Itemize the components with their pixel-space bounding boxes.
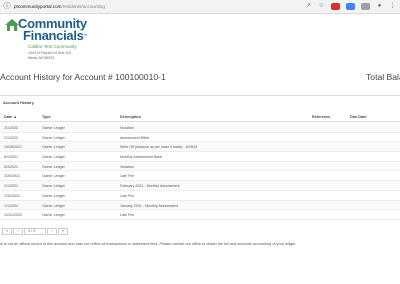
site-info-icon[interactable]: ⓘ [2,2,12,12]
url-path: /residents/accounting [61,4,105,9]
cell-description: Late Fee [120,213,135,218]
association-name: Calibre Test Community [28,44,77,49]
address-line2: Mesa, AZ 85203 [28,56,55,60]
brand-name-line2: Financials™ [23,28,88,43]
cell-date: 1/31/2021 [4,193,20,198]
column-due-date[interactable]: Due Date [350,115,366,119]
cell-description: Late Fee [120,193,135,198]
cell-date: 8/1/2021 [4,155,18,160]
table-row[interactable]: 12/31/2020 Owner Ledger Late Fee [0,210,400,220]
disclaimer-text: is is not an official record of this acc… [0,242,297,246]
cell-date: 2/1/2022 [4,126,18,130]
cell-description: Monthly Assessment Bank [120,155,163,160]
cell-description: Write Off (balance as per losse it basis… [120,145,198,150]
table-header: Date ▲ Type Description Reference Due Da… [0,113,400,122]
table-row[interactable]: 2/1/2021 Owner Ledger February 2021 - Mont… [0,181,400,191]
table-row[interactable]: 2/1/2022 Owner Ledger Violation [0,123,400,133]
cell-type: Owner Ledger [42,155,65,160]
cell-type: Owner Ledger [42,184,65,189]
next-page-button[interactable]: › [47,228,57,235]
table-row[interactable]: 2/1/2022 Owner Ledger Assessment Billed [0,133,400,143]
cell-description: Late Fee [120,174,135,179]
cell-type: Owner Ledger [42,174,65,179]
cell-description: Violation [120,164,134,169]
account-history-panel: Account History Date ▲ Type Description … [0,95,400,237]
cell-description: Assessment Billed [120,135,150,140]
extension-icon[interactable] [346,3,355,10]
cell-description: January 2021 - Monthly Assessment [120,203,178,208]
cell-type: Owner Ledger [42,135,65,140]
last-page-button[interactable]: » [58,228,68,235]
table-row[interactable]: 10/28/2021 Owner Ledger Write Off (balance… [0,142,400,153]
address-line1: 1044 N Piazza Ed Unit 110 [28,51,71,55]
cell-date: 3/30/2021 [4,174,20,179]
puzzle-icon[interactable] [361,3,370,10]
table-body: 2/1/2022 Owner Ledger Violation 2/1/2022 Ow… [0,123,400,220]
total-balance-label: Total Balan [366,72,400,82]
url-host: ptcommunityportal.com [14,4,62,9]
browser-toolbar: ⓘ ptcommunityportal.com/residents/accoun… [0,0,400,14]
extension-icon[interactable] [331,3,340,10]
pagination: « ‹ 1 / 2 › » [2,228,68,235]
table-row[interactable]: 8/1/2021 Owner Ledger Monthly Assessment B… [0,152,400,162]
table-row[interactable]: 1/31/2021 Owner Ledger Late Fee [0,191,400,201]
share-icon[interactable]: ↗ [305,3,312,10]
cell-description: Violation [120,126,134,130]
table-row[interactable]: 3/30/2021 Owner Ledger Late Fee [0,171,400,182]
cell-type: Owner Ledger [42,145,65,150]
cell-type: Owner Ledger [42,193,65,198]
column-type[interactable]: Type [42,115,51,119]
table-row[interactable]: 1/1/2021 Owner Ledger January 2021 - Month… [0,200,400,211]
address-bar[interactable]: ptcommunityportal.com/residents/accounti… [14,4,105,9]
cell-date: 2/1/2021 [4,184,18,189]
column-description[interactable]: Description [120,115,141,119]
cell-date: 1/1/2021 [4,203,18,208]
trademark: ™ [83,33,88,38]
cell-date: 10/28/2021 [4,145,22,150]
page-indicator: 1 / 2 [24,228,46,235]
brand-logo[interactable]: Community Financials™ [4,17,104,43]
first-page-button[interactable]: « [2,228,12,235]
cell-date: 2/1/2022 [4,135,18,140]
browser-actions: ↗ ☆ ● ⋮ [305,3,396,10]
menu-dots-icon[interactable]: ⋮ [389,3,396,10]
cell-date: 12/31/2020 [4,213,22,218]
bookmark-star-icon[interactable]: ☆ [318,3,325,10]
cell-type: Owner Ledger [42,213,65,218]
cell-date: 5/3/2021 [4,164,18,169]
cell-description: February 2021 - Monthly Assessment [120,184,180,189]
panel-title: Account History [3,100,34,105]
column-reference[interactable]: Reference [312,115,330,119]
cell-type: Owner Ledger [42,203,65,208]
page-title: Account History for Account # 100100010-… [0,72,166,82]
profile-icon[interactable]: ● [376,3,383,10]
column-date[interactable]: Date ▲ [4,115,17,119]
table-row[interactable]: 5/3/2021 Owner Ledger Violation [0,161,400,172]
cell-type: Owner Ledger [42,126,65,130]
cell-type: Owner Ledger [42,164,65,169]
prev-page-button[interactable]: ‹ [13,228,23,235]
